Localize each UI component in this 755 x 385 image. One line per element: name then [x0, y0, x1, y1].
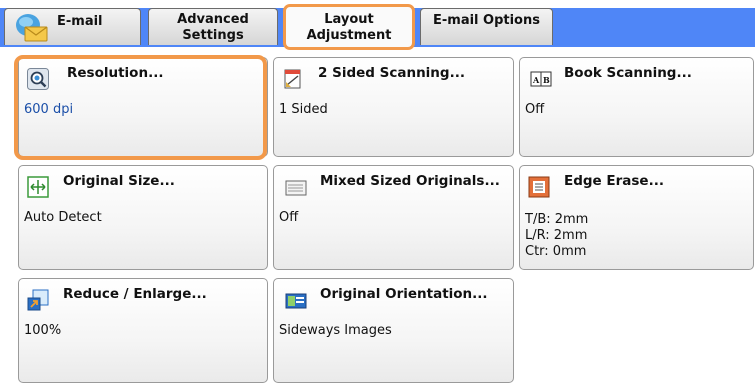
email-icon: [16, 14, 48, 42]
edge-erase-title: Edge Erase...: [564, 173, 664, 189]
original-size-title: Original Size...: [63, 173, 175, 189]
tab-layout-adjustment[interactable]: Layout Adjustment: [283, 4, 415, 50]
layout-panel: Resolution... 600 dpi 2 Sided Scanning..…: [4, 47, 755, 385]
tab-advanced-line1: Advanced: [177, 12, 249, 27]
original-size-icon: [27, 176, 49, 198]
book-scanning-button[interactable]: A B Book Scanning... Off: [519, 57, 754, 157]
book-icon: A B: [530, 71, 552, 87]
reduce-enlarge-value: 100%: [24, 323, 62, 338]
orientation-icon: [285, 293, 307, 309]
mixed-sized-originals-button[interactable]: Mixed Sized Originals... Off: [273, 165, 514, 270]
tab-email-label: E-mail: [57, 14, 103, 29]
edge-erase-tb: T/B: 2mm: [525, 212, 589, 227]
tab-email-options[interactable]: E-mail Options: [420, 8, 553, 45]
resolution-button[interactable]: Resolution... 600 dpi: [18, 57, 268, 157]
mixed-originals-title: Mixed Sized Originals...: [320, 173, 500, 189]
tab-email[interactable]: E-mail: [4, 8, 141, 45]
tab-layout-line2: Adjustment: [306, 28, 392, 43]
mixed-originals-value: Off: [279, 210, 299, 225]
two-sided-icon: [284, 69, 301, 89]
orientation-value: Sideways Images: [279, 323, 392, 338]
mixed-originals-icon: [285, 180, 307, 196]
tab-advanced-settings[interactable]: Advanced Settings: [148, 8, 278, 45]
orientation-title: Original Orientation...: [320, 286, 488, 302]
original-size-value: Auto Detect: [24, 210, 102, 225]
magnifier-icon: [27, 68, 49, 90]
tab-layout-line1: Layout: [324, 12, 374, 27]
tab-email-options-label: E-mail Options: [433, 13, 540, 28]
svg-text:A: A: [532, 75, 540, 85]
edge-erase-button[interactable]: Edge Erase... T/B: 2mm L/R: 2mm Ctr: 0mm: [519, 165, 754, 270]
original-orientation-button[interactable]: Original Orientation... Sideways Images: [273, 278, 514, 383]
reduce-enlarge-title: Reduce / Enlarge...: [63, 286, 207, 302]
reduce-enlarge-button[interactable]: Reduce / Enlarge... 100%: [18, 278, 268, 383]
resolution-value: 600 dpi: [24, 102, 74, 117]
tab-advanced-line2: Settings: [182, 28, 244, 43]
edge-erase-ctr: Ctr: 0mm: [525, 244, 587, 259]
tab-bar: E-mail Advanced Settings E-mail Options …: [0, 0, 755, 50]
two-sided-title: 2 Sided Scanning...: [318, 65, 465, 81]
two-sided-scanning-button[interactable]: 2 Sided Scanning... 1 Sided: [273, 57, 514, 157]
svg-text:B: B: [543, 75, 550, 85]
original-size-button[interactable]: Original Size... Auto Detect: [18, 165, 268, 270]
resolution-title: Resolution...: [67, 65, 164, 81]
two-sided-value: 1 Sided: [279, 102, 328, 117]
book-scanning-value: Off: [525, 102, 545, 117]
edge-erase-icon: [528, 176, 550, 198]
book-scanning-title: Book Scanning...: [564, 65, 692, 81]
reduce-enlarge-icon: [27, 289, 49, 311]
edge-erase-lr: L/R: 2mm: [525, 228, 588, 243]
